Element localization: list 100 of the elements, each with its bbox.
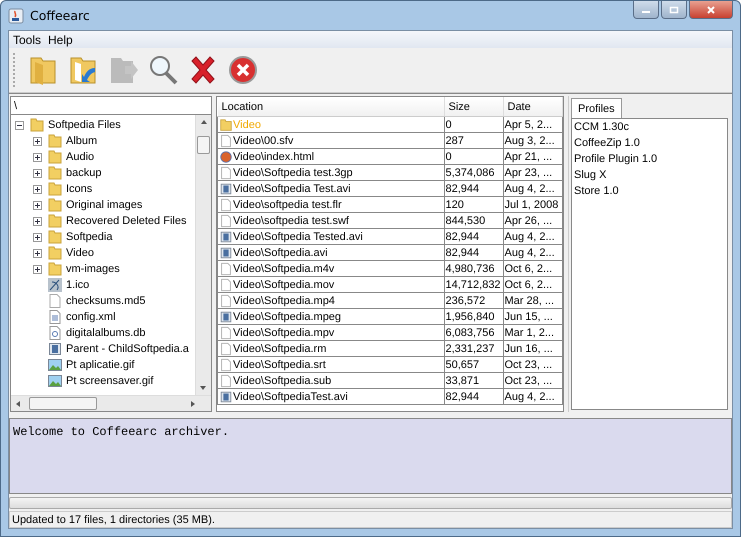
tree-item[interactable]: Icons <box>11 181 195 197</box>
tree-item[interactable]: Audio <box>11 149 195 165</box>
expand-icon[interactable] <box>33 200 42 210</box>
expand-icon[interactable] <box>33 152 42 162</box>
menu-item[interactable]: Help <box>44 31 76 48</box>
tree-label: Video <box>66 247 94 259</box>
tree-label: checksums.md5 <box>66 295 146 307</box>
table-cell: 4,980,736 <box>444 260 503 276</box>
location-text: Video\Softpedia.mov <box>233 278 334 292</box>
window-title: Coffeearc <box>30 8 90 23</box>
expand-icon[interactable] <box>33 264 42 274</box>
location-text: Video\Softpedia.sub <box>233 374 332 388</box>
tree-label: Softpedia Files <box>48 119 121 131</box>
folder-icon <box>47 197 63 213</box>
tree-item[interactable]: backup <box>11 165 195 181</box>
tree-item[interactable]: config.xml <box>11 309 195 325</box>
table-cell: Jun 16, ... <box>503 340 562 356</box>
folder-icon <box>29 117 45 133</box>
blank-file-icon <box>219 342 233 356</box>
tree-item[interactable]: Softpedia Files <box>11 117 195 133</box>
list-item[interactable]: Slug X <box>574 169 725 185</box>
tree-item[interactable]: vm-images <box>11 261 195 277</box>
list-item[interactable]: CoffeeZip 1.0 <box>574 137 725 153</box>
table-cell: Apr 5, 2... <box>503 116 562 132</box>
console-text: Welcome to Coffeearc archiver. <box>13 425 230 439</box>
status-text: Updated to 17 files, 1 directories (35 MB). <box>12 514 215 526</box>
table-cell: 0 <box>444 116 503 132</box>
column-header[interactable]: Location <box>218 97 444 116</box>
expand-icon[interactable] <box>33 136 42 146</box>
vertical-scrollbar[interactable] <box>195 115 211 395</box>
table-cell: Aug 4, 2... <box>503 180 562 196</box>
table-cell: Aug 3, 2... <box>503 132 562 148</box>
scroll-up-icon[interactable] <box>200 118 208 126</box>
table-cell: 844,530 <box>444 212 503 228</box>
tree-label: Audio <box>66 151 94 163</box>
document-icon <box>47 309 63 325</box>
list-item[interactable]: Profile Plugin 1.0 <box>574 153 725 169</box>
horizontal-scrollbar[interactable] <box>11 395 211 411</box>
table-cell: Apr 23, ... <box>503 164 562 180</box>
expand-icon[interactable] <box>33 184 42 194</box>
table-cell: Oct 6, 2... <box>503 276 562 292</box>
globe-icon <box>219 150 233 164</box>
tree-item[interactable]: 1.ico <box>11 277 195 293</box>
film-icon <box>47 341 63 357</box>
list-item[interactable]: Store 1.0 <box>574 185 725 201</box>
tree-item[interactable]: Original images <box>11 197 195 213</box>
tree-item[interactable]: Video <box>11 245 195 261</box>
scroll-right-icon[interactable] <box>189 400 197 408</box>
column-header[interactable]: Date <box>503 97 562 116</box>
scroll-left-icon[interactable] <box>14 400 22 408</box>
tree-label: Original images <box>66 199 142 211</box>
folder-icon <box>47 149 63 165</box>
location-text: Video\Softpedia.mp4 <box>233 294 335 308</box>
list-item[interactable]: CCM 1.30c <box>574 121 725 137</box>
blank-file-icon <box>219 374 233 388</box>
collapse-icon[interactable] <box>15 120 24 130</box>
column-header[interactable]: Size <box>444 97 503 116</box>
table-cell: 82,944 <box>444 388 503 404</box>
minimize-button[interactable] <box>633 1 659 19</box>
tree-item[interactable]: Recovered Deleted Files <box>11 213 195 229</box>
scroll-down-icon[interactable] <box>199 384 207 392</box>
folder-icon <box>47 245 63 261</box>
image-icon <box>47 373 63 389</box>
maximize-button[interactable] <box>661 1 687 19</box>
expand-icon[interactable] <box>33 168 42 178</box>
tree-item[interactable]: digitalalbums.db <box>11 325 195 341</box>
table-cell: Oct 23, ... <box>503 356 562 372</box>
tree-item[interactable]: Album <box>11 133 195 149</box>
table-cell: Jun 15, ... <box>503 308 562 324</box>
expand-icon[interactable] <box>33 232 42 242</box>
image-icon <box>47 357 63 373</box>
location-text: Video\Softpedia Test.avi <box>233 182 351 196</box>
tree-item[interactable]: Pt screensaver.gif <box>11 373 195 389</box>
table-cell: 1,956,840 <box>444 308 503 324</box>
table-cell: Aug 4, 2... <box>503 244 562 260</box>
close-button[interactable] <box>689 1 733 19</box>
location-text: Video\SoftpediaTest.avi <box>233 390 348 404</box>
scroll-thumb[interactable] <box>197 136 210 154</box>
table-cell: Oct 6, 2... <box>503 260 562 276</box>
tree-item[interactable]: Parent - ChildSoftpedia.a <box>11 341 195 357</box>
tree-item[interactable]: Softpedia <box>11 229 195 245</box>
close-icon <box>706 6 716 14</box>
table-cell: 82,944 <box>444 180 503 196</box>
tree-label: vm-images <box>66 263 120 275</box>
database-file-icon <box>47 325 63 341</box>
menu-item[interactable]: Tools <box>9 31 44 48</box>
location-text: Video\Softpedia test.3gp <box>233 166 353 180</box>
expand-icon[interactable] <box>33 248 42 258</box>
tree-item[interactable]: checksums.md5 <box>11 293 195 309</box>
scroll-thumb[interactable] <box>29 397 97 410</box>
location-text: Video\Softpedia.mpv <box>233 326 334 340</box>
film-icon <box>219 390 233 404</box>
tree-label: Recovered Deleted Files <box>66 215 186 227</box>
table-cell: Apr 21, ... <box>503 148 562 164</box>
film-icon <box>219 310 233 324</box>
expand-icon[interactable] <box>33 216 42 226</box>
table-cell: Jul 1, 2008 <box>503 196 562 212</box>
tree-item[interactable]: Pt aplicatie.gif <box>11 357 195 373</box>
tab[interactable]: Profiles <box>571 98 622 118</box>
blank-file-icon <box>219 278 233 292</box>
